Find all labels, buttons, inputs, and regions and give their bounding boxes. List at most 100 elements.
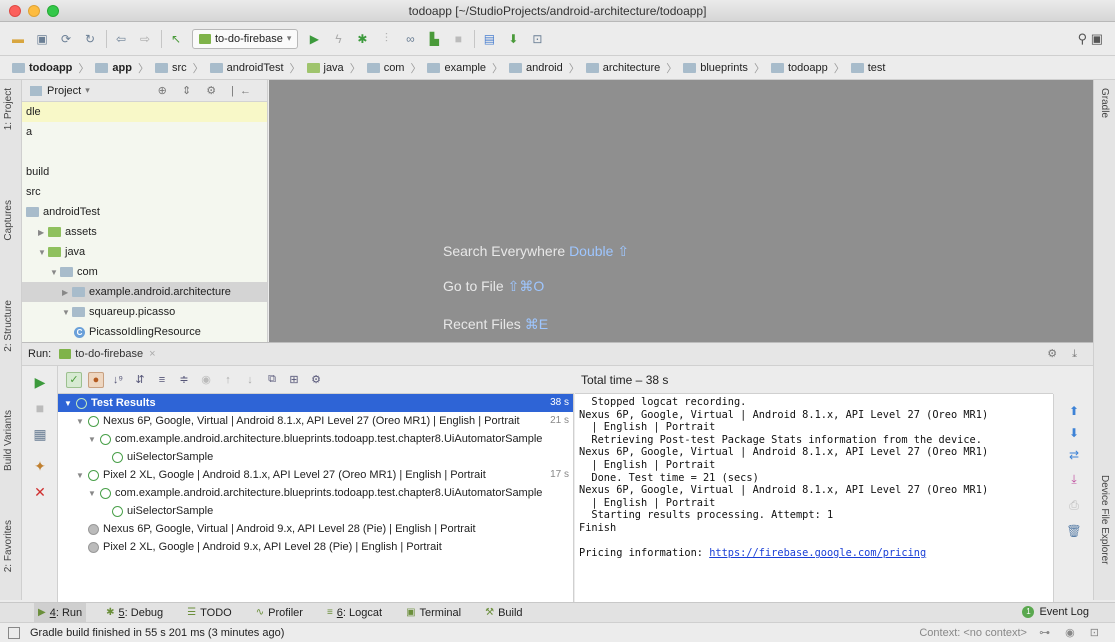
chevron-down-icon[interactable]: ▼ bbox=[76, 417, 88, 426]
project-tree-item[interactable]: ▶ assets bbox=[22, 222, 267, 242]
chevron-down-icon[interactable]: ▼ bbox=[88, 435, 100, 444]
tool-tab-run[interactable]: ▶ 4: Run bbox=[34, 602, 87, 623]
show-ignored-icon[interactable]: ● bbox=[88, 371, 104, 388]
tool-tab-logcat[interactable]: ≡ 6: Logcat bbox=[323, 603, 386, 623]
scroll-down-icon[interactable]: ⬇ bbox=[1066, 426, 1082, 440]
tab-favorites[interactable]: 2: Favorites bbox=[3, 520, 14, 572]
chevron-down-icon[interactable]: ▼ bbox=[88, 489, 100, 498]
tab-gradle[interactable]: Gradle bbox=[1099, 88, 1110, 118]
breadcrumb-item[interactable]: androidTest 〉 bbox=[209, 60, 301, 76]
scroll-up-icon[interactable]: ⬆ bbox=[1066, 404, 1082, 418]
breadcrumb-item[interactable]: java 〉 bbox=[306, 60, 361, 76]
chevron-down-icon[interactable]: ▼ bbox=[76, 471, 88, 480]
tool-tab-todo[interactable]: ☰ TODO bbox=[183, 603, 236, 623]
project-tree-item[interactable]: ▶ example.android.architecture bbox=[22, 282, 267, 302]
chevron-down-icon[interactable]: ▼ bbox=[62, 308, 72, 317]
import-icon[interactable]: ⊞ bbox=[286, 372, 302, 388]
tool-tab-terminal[interactable]: ▣ Terminal bbox=[402, 603, 465, 623]
chevron-right-icon[interactable]: ▶ bbox=[38, 228, 48, 237]
test-result-row[interactable]: Pixel 2 XL, Google | Android 9.x, API Le… bbox=[58, 538, 573, 556]
tab-run-config[interactable]: to-do-firebase bbox=[59, 348, 143, 360]
make-icon[interactable]: ↖ bbox=[168, 31, 184, 47]
close-icon[interactable]: ✕ bbox=[32, 484, 48, 500]
test-result-row[interactable]: ▼ com.example.android.architecture.bluepr… bbox=[58, 484, 573, 502]
gear-icon[interactable]: ⚙ bbox=[308, 372, 324, 388]
tab-structure[interactable]: 2: Structure bbox=[3, 300, 14, 352]
breadcrumb-item[interactable]: com 〉 bbox=[366, 60, 421, 76]
project-tree-item[interactable]: src bbox=[22, 182, 267, 202]
refresh-icon[interactable]: ↻ bbox=[82, 31, 98, 47]
scroll-to-end-icon[interactable]: ⤓ bbox=[1066, 472, 1082, 486]
stop-icon[interactable]: ■ bbox=[32, 400, 48, 416]
tab-project[interactable]: 1: Project bbox=[3, 88, 14, 130]
test-result-row[interactable]: ▼ Pixel 2 XL, Google | Android 8.1.x, API… bbox=[58, 466, 573, 484]
tool-windows-toggle-icon[interactable] bbox=[8, 626, 20, 639]
chevron-down-icon[interactable]: ▼ bbox=[50, 268, 60, 277]
previous-failed-icon[interactable]: ◉ bbox=[198, 372, 214, 388]
breadcrumb-item[interactable]: android 〉 bbox=[509, 60, 580, 76]
project-tree-item[interactable]: androidTest bbox=[22, 202, 267, 222]
event-log-button[interactable]: 1 Event Log bbox=[1022, 606, 1089, 618]
show-passed-icon[interactable]: ✓ bbox=[66, 371, 82, 388]
back-icon[interactable]: ⇦ bbox=[113, 31, 129, 47]
open-icon[interactable]: ▬ bbox=[10, 31, 26, 47]
breadcrumb-item[interactable]: app 〉 bbox=[95, 60, 149, 76]
expand-all-icon[interactable]: ≡ bbox=[154, 372, 170, 388]
search-icon[interactable]: ⚲ ▣ bbox=[1078, 31, 1103, 47]
project-tree-item[interactable]: ▼ com bbox=[22, 262, 267, 282]
lock-icon[interactable]: ⊶ ◉ ⊡ bbox=[1039, 626, 1105, 639]
editor-area[interactable]: Search Everywhere Double ⇧ Go to File ⇧⌘… bbox=[269, 80, 1093, 342]
tool-tab-build[interactable]: ⚒ Build bbox=[481, 603, 526, 623]
tool-tab-debug[interactable]: ✱ 5: Debug bbox=[102, 603, 167, 623]
apply-changes-icon[interactable]: ϟ bbox=[330, 31, 346, 47]
tab-captures[interactable]: Captures bbox=[3, 200, 14, 241]
run-config-selector[interactable]: to-do-firebase ▾ bbox=[192, 28, 299, 49]
rerun-icon[interactable]: ▶ bbox=[32, 374, 48, 390]
profile-icon[interactable]: ⫶ bbox=[378, 31, 394, 47]
chevron-down-icon[interactable]: ▼ bbox=[64, 399, 76, 408]
sort-alpha-icon[interactable]: ↓⁹ bbox=[110, 372, 126, 388]
tab-build-variants[interactable]: Build Variants bbox=[3, 410, 14, 471]
project-tree-item[interactable]: ▼ squareup.picasso bbox=[22, 302, 267, 322]
close-icon[interactable]: × bbox=[149, 348, 155, 360]
collapse-all-icon[interactable]: ≑ bbox=[176, 372, 192, 388]
gear-icon[interactable]: ⚙ ⤓ bbox=[1047, 347, 1083, 361]
test-result-row[interactable]: Nexus 6P, Google, Virtual | Android 9.x,… bbox=[58, 520, 573, 538]
run-icon[interactable]: ▶ bbox=[306, 31, 322, 47]
context-indicator[interactable]: Context: <no context> bbox=[919, 627, 1027, 639]
sync-icon[interactable]: ⟳ bbox=[58, 31, 74, 47]
print-icon[interactable]: ⎙ bbox=[1066, 498, 1082, 512]
gear-icon[interactable]: ⊕ ⇕ ⚙ |← bbox=[158, 84, 257, 97]
structure-icon[interactable]: ⊡ bbox=[529, 31, 545, 47]
project-tree-item[interactable]: ▼ java bbox=[22, 242, 267, 262]
chevron-down-icon[interactable]: ▼ bbox=[38, 248, 48, 257]
attach-icon[interactable]: ∞ bbox=[402, 31, 418, 47]
chevron-right-icon[interactable]: ▶ bbox=[62, 288, 72, 297]
clear-icon[interactable]: 🗑 bbox=[1066, 524, 1082, 538]
project-tree-item[interactable]: a bbox=[22, 122, 267, 142]
pin-icon[interactable]: ✦ bbox=[32, 458, 48, 474]
soft-wrap-icon[interactable]: ⇄ bbox=[1066, 448, 1082, 462]
test-result-row[interactable]: ▼ Nexus 6P, Google, Virtual | Android 8.1… bbox=[58, 412, 573, 430]
coverage-icon[interactable]: ▙ bbox=[426, 31, 442, 47]
sdk-manager-icon[interactable]: ▤ bbox=[481, 31, 497, 47]
project-tree-item[interactable]: C PicassoIdlingResource bbox=[22, 322, 267, 342]
project-tree-item[interactable]: dle bbox=[22, 102, 267, 122]
stop-icon[interactable]: ■ bbox=[450, 31, 466, 47]
sort-duration-icon[interactable]: ⇵ bbox=[132, 372, 148, 388]
console-output[interactable]: Stopped logcat recording. Nexus 6P, Googl… bbox=[575, 394, 1053, 602]
project-tree-item[interactable]: build bbox=[22, 162, 267, 182]
test-result-row[interactable]: uiSelectorSample bbox=[58, 502, 573, 520]
tool-tab-profiler[interactable]: ∿ Profiler bbox=[252, 603, 307, 623]
pricing-link[interactable]: https://firebase.google.com/pricing bbox=[709, 547, 926, 559]
layout-icon[interactable]: ▦ bbox=[32, 426, 48, 442]
breadcrumb-item[interactable]: example 〉 bbox=[427, 60, 503, 76]
project-view-selector[interactable]: Project bbox=[47, 85, 81, 97]
breadcrumb-item[interactable]: src 〉 bbox=[154, 60, 204, 76]
avd-manager-icon[interactable]: ⬇ bbox=[505, 31, 521, 47]
breadcrumb-item[interactable]: architecture 〉 bbox=[585, 60, 677, 76]
test-result-row[interactable]: uiSelectorSample bbox=[58, 448, 573, 466]
breadcrumb-item[interactable]: test bbox=[850, 62, 885, 74]
breadcrumb-item[interactable]: todoapp 〉 bbox=[770, 60, 845, 76]
breadcrumb-item[interactable]: blueprints 〉 bbox=[683, 60, 765, 76]
